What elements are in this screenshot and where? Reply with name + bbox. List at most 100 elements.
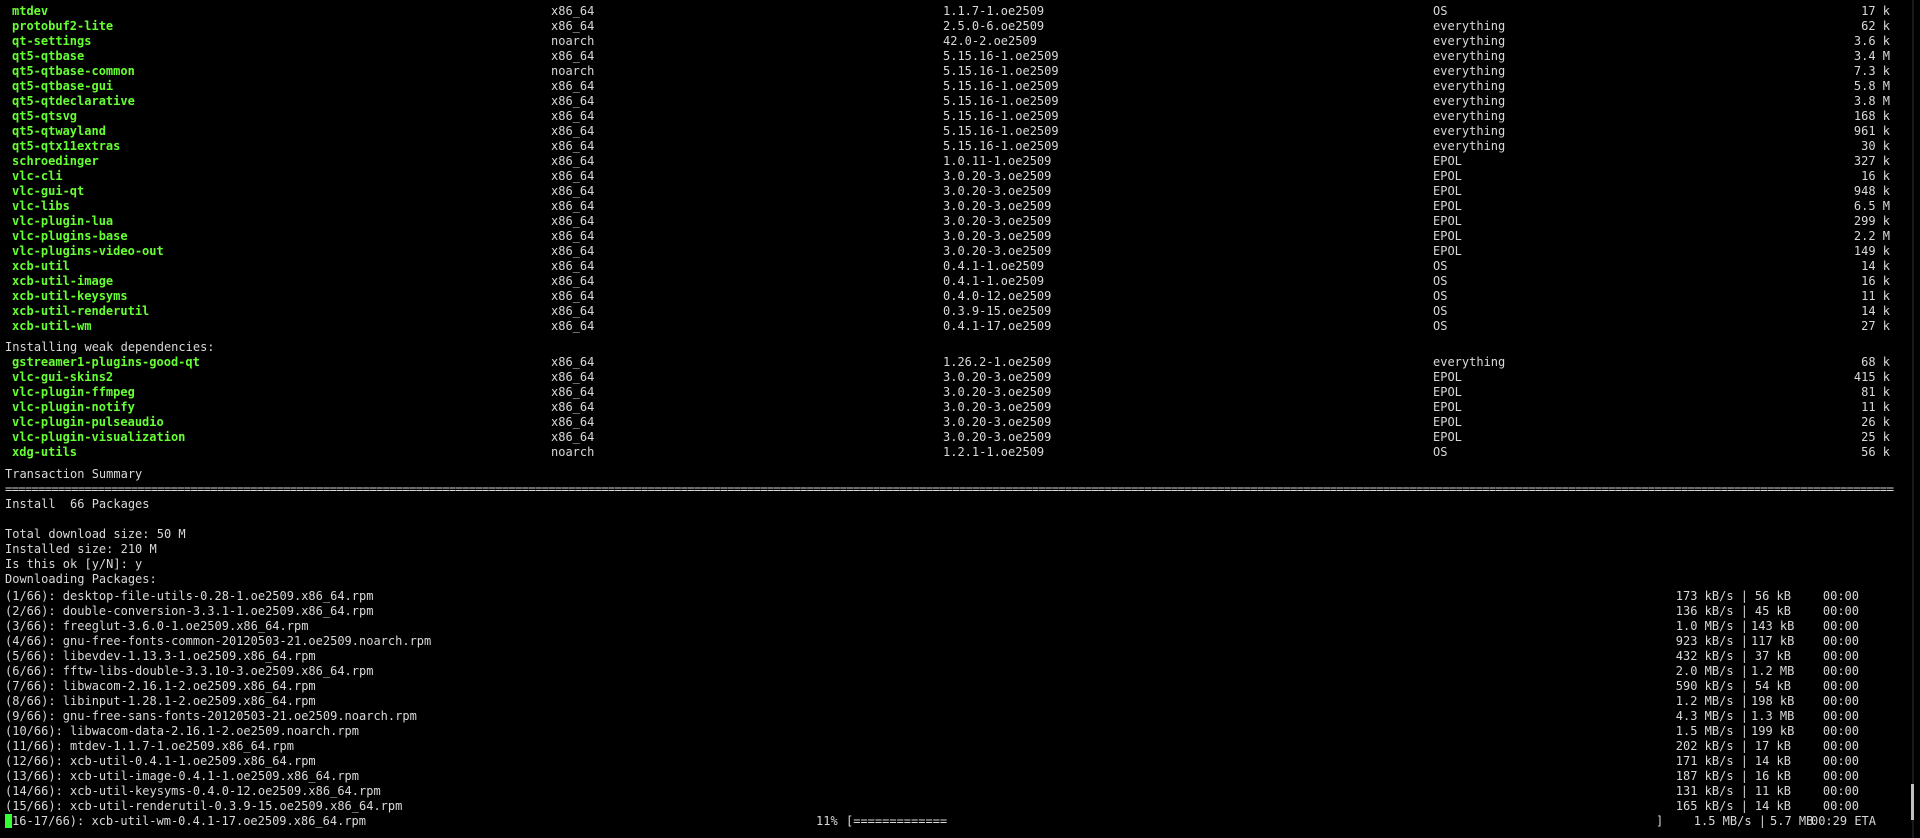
download-size: 56 kB: [1754, 589, 1791, 603]
package-size: 56 k: [1861, 445, 1890, 459]
package-arch: x86_64: [551, 289, 595, 303]
package-repo: everything: [1433, 355, 1506, 369]
package-arch: x86_64: [551, 214, 595, 228]
package-row: xcb-util-renderutil x86_64 0.3.9-15.oe2509…: [0, 304, 1906, 319]
package-row: xcb-util-image x86_64 0.4.1-1.oe2509 OS 16 k: [0, 274, 1906, 289]
package-name: qt5-qtx11extras: [12, 139, 121, 153]
package-row: xdg-utils noarch 1.2.1-1.oe2509 OS 56 k: [0, 445, 1906, 460]
scrollbar-thumb[interactable]: [1911, 784, 1914, 820]
separator-line: ========================================…: [0, 482, 1906, 497]
package-arch: x86_64: [551, 355, 595, 369]
package-arch: x86_64: [551, 19, 595, 33]
package-version: 0.4.0-12.oe2509: [943, 289, 1052, 303]
package-version: 5.15.16-1.oe2509: [943, 139, 1059, 153]
package-version: 3.0.20-3.oe2509: [943, 214, 1052, 228]
package-name: vlc-plugin-ffmpeg: [12, 385, 135, 399]
download-file: (12/66): xcb-util-0.4.1-1.oe2509.x86_64.…: [5, 754, 316, 768]
package-size: 16 k: [1861, 169, 1890, 183]
package-repo: EPOL: [1433, 229, 1462, 243]
package-version: 3.0.20-3.oe2509: [943, 385, 1052, 399]
package-arch: x86_64: [551, 94, 595, 108]
download-time: 00:00: [1822, 664, 1859, 678]
package-repo: everything: [1433, 109, 1506, 123]
package-size: 5.8 M: [1853, 79, 1890, 93]
package-version: 0.4.1-17.oe2509: [943, 319, 1052, 333]
package-arch: x86_64: [551, 184, 595, 198]
download-time: 00:00: [1822, 619, 1859, 633]
summary-heading: Transaction Summary: [5, 467, 143, 481]
download-time: 00:00: [1822, 649, 1859, 663]
download-size: 14 kB: [1754, 799, 1791, 813]
package-size: 68 k: [1861, 355, 1890, 369]
package-repo: OS: [1433, 289, 1448, 303]
package-repo: EPOL: [1433, 415, 1462, 429]
download-speed: 165 kB/s |: [1675, 799, 1748, 813]
download-file: (4/66): gnu-free-fonts-common-20120503-2…: [5, 634, 432, 648]
terminal-cursor: [5, 814, 12, 828]
terminal-window[interactable]: mtdev x86_64 1.1.7-1.oe2509 OS 17 k protobuf2…: [0, 0, 1906, 838]
installed-size: Installed size: 210 M: [5, 542, 157, 556]
download-size: 198 kB: [1751, 694, 1795, 708]
download-row: (7/66): libwacom-2.16.1-2.oe2509.x86_64.…: [0, 679, 1906, 694]
download-file: (6/66): fftw-libs-double-3.3.10-3.oe2509…: [5, 664, 374, 678]
package-arch: x86_64: [551, 169, 595, 183]
package-repo: OS: [1433, 319, 1448, 333]
download-speed: 136 kB/s |: [1675, 604, 1748, 618]
download-speed: 173 kB/s |: [1675, 589, 1748, 603]
progress-file-line: 16-17/66): xcb-util-wm-0.4.1-17.oe2509.x…: [5, 814, 366, 829]
scrollbar-track[interactable]: [1912, 0, 1914, 838]
package-version: 2.5.0-6.oe2509: [943, 19, 1045, 33]
package-name: vlc-gui-qt: [12, 184, 85, 198]
package-row: protobuf2-lite x86_64 2.5.0-6.oe2509 everyt…: [0, 19, 1906, 34]
package-size: 30 k: [1861, 139, 1890, 153]
download-speed: 187 kB/s |: [1675, 769, 1748, 783]
download-time: 00:00: [1822, 769, 1859, 783]
package-row: qt5-qtwayland x86_64 5.15.16-1.oe2509 every…: [0, 124, 1906, 139]
package-row: qt5-qtbase-gui x86_64 5.15.16-1.oe2509 ever…: [0, 79, 1906, 94]
package-version: 3.0.20-3.oe2509: [943, 430, 1052, 444]
package-row: xcb-util-keysyms x86_64 0.4.0-12.oe2509 OS 1…: [0, 289, 1906, 304]
download-time: 00:00: [1822, 754, 1859, 768]
vertical-scrollbar[interactable]: [1906, 0, 1920, 838]
download-time: 00:00: [1822, 604, 1859, 618]
package-row: vlc-plugins-base x86_64 3.0.20-3.oe2509 EPO…: [0, 229, 1906, 244]
download-size: 16 kB: [1754, 769, 1791, 783]
download-size-line: Total download size: 50 M: [0, 527, 1906, 542]
download-file: (8/66): libinput-1.28.1-2.oe2509.x86_64.…: [5, 694, 316, 708]
package-repo: everything: [1433, 94, 1506, 108]
package-name: vlc-cli: [12, 169, 63, 183]
download-row: (10/66): libwacom-data-2.16.1-2.oe2509.n…: [0, 724, 1906, 739]
download-row: (8/66): libinput-1.28.1-2.oe2509.x86_64.…: [0, 694, 1906, 709]
package-name: qt5-qtbase: [12, 49, 85, 63]
package-size: 168 k: [1853, 109, 1890, 123]
package-repo: EPOL: [1433, 385, 1462, 399]
package-arch: x86_64: [551, 304, 595, 318]
package-name: qt5-qtdeclarative: [12, 94, 135, 108]
package-row: qt5-qtdeclarative x86_64 5.15.16-1.oe2509 e…: [0, 94, 1906, 109]
package-size: 7.3 k: [1853, 64, 1890, 78]
package-version: 3.0.20-3.oe2509: [943, 370, 1052, 384]
package-size: 3.8 M: [1853, 94, 1890, 108]
package-name: qt-settings: [12, 34, 92, 48]
installed-size-line: Installed size: 210 M: [0, 542, 1906, 557]
package-repo: everything: [1433, 64, 1506, 78]
package-row: vlc-libs x86_64 3.0.20-3.oe2509 EPOL 6.5 M: [0, 199, 1906, 214]
downloading-heading-line: Downloading Packages:: [0, 572, 1906, 587]
package-version: 42.0-2.oe2509: [943, 34, 1037, 48]
package-size: 299 k: [1853, 214, 1890, 228]
package-version: 0.3.9-15.oe2509: [943, 304, 1052, 318]
download-file: (11/66): mtdev-1.1.7-1.oe2509.x86_64.rpm: [5, 739, 294, 753]
download-file: (5/66): libevdev-1.13.3-1.oe2509.x86_64.…: [5, 649, 316, 663]
download-speed: 590 kB/s |: [1675, 679, 1748, 693]
package-repo: EPOL: [1433, 169, 1462, 183]
download-row: (9/66): gnu-free-sans-fonts-20120503-21.…: [0, 709, 1906, 724]
download-row: (3/66): freeglut-3.6.0-1.oe2509.x86_64.r…: [0, 619, 1906, 634]
package-arch: x86_64: [551, 79, 595, 93]
package-row: qt-settings noarch 42.0-2.oe2509 everything…: [0, 34, 1906, 49]
package-arch: x86_64: [551, 244, 595, 258]
package-name: vlc-plugin-lua: [12, 214, 114, 228]
package-size: 2.2 M: [1853, 229, 1890, 243]
package-arch: x86_64: [551, 274, 595, 288]
package-size: 14 k: [1861, 259, 1890, 273]
download-file: (7/66): libwacom-2.16.1-2.oe2509.x86_64.…: [5, 679, 316, 693]
